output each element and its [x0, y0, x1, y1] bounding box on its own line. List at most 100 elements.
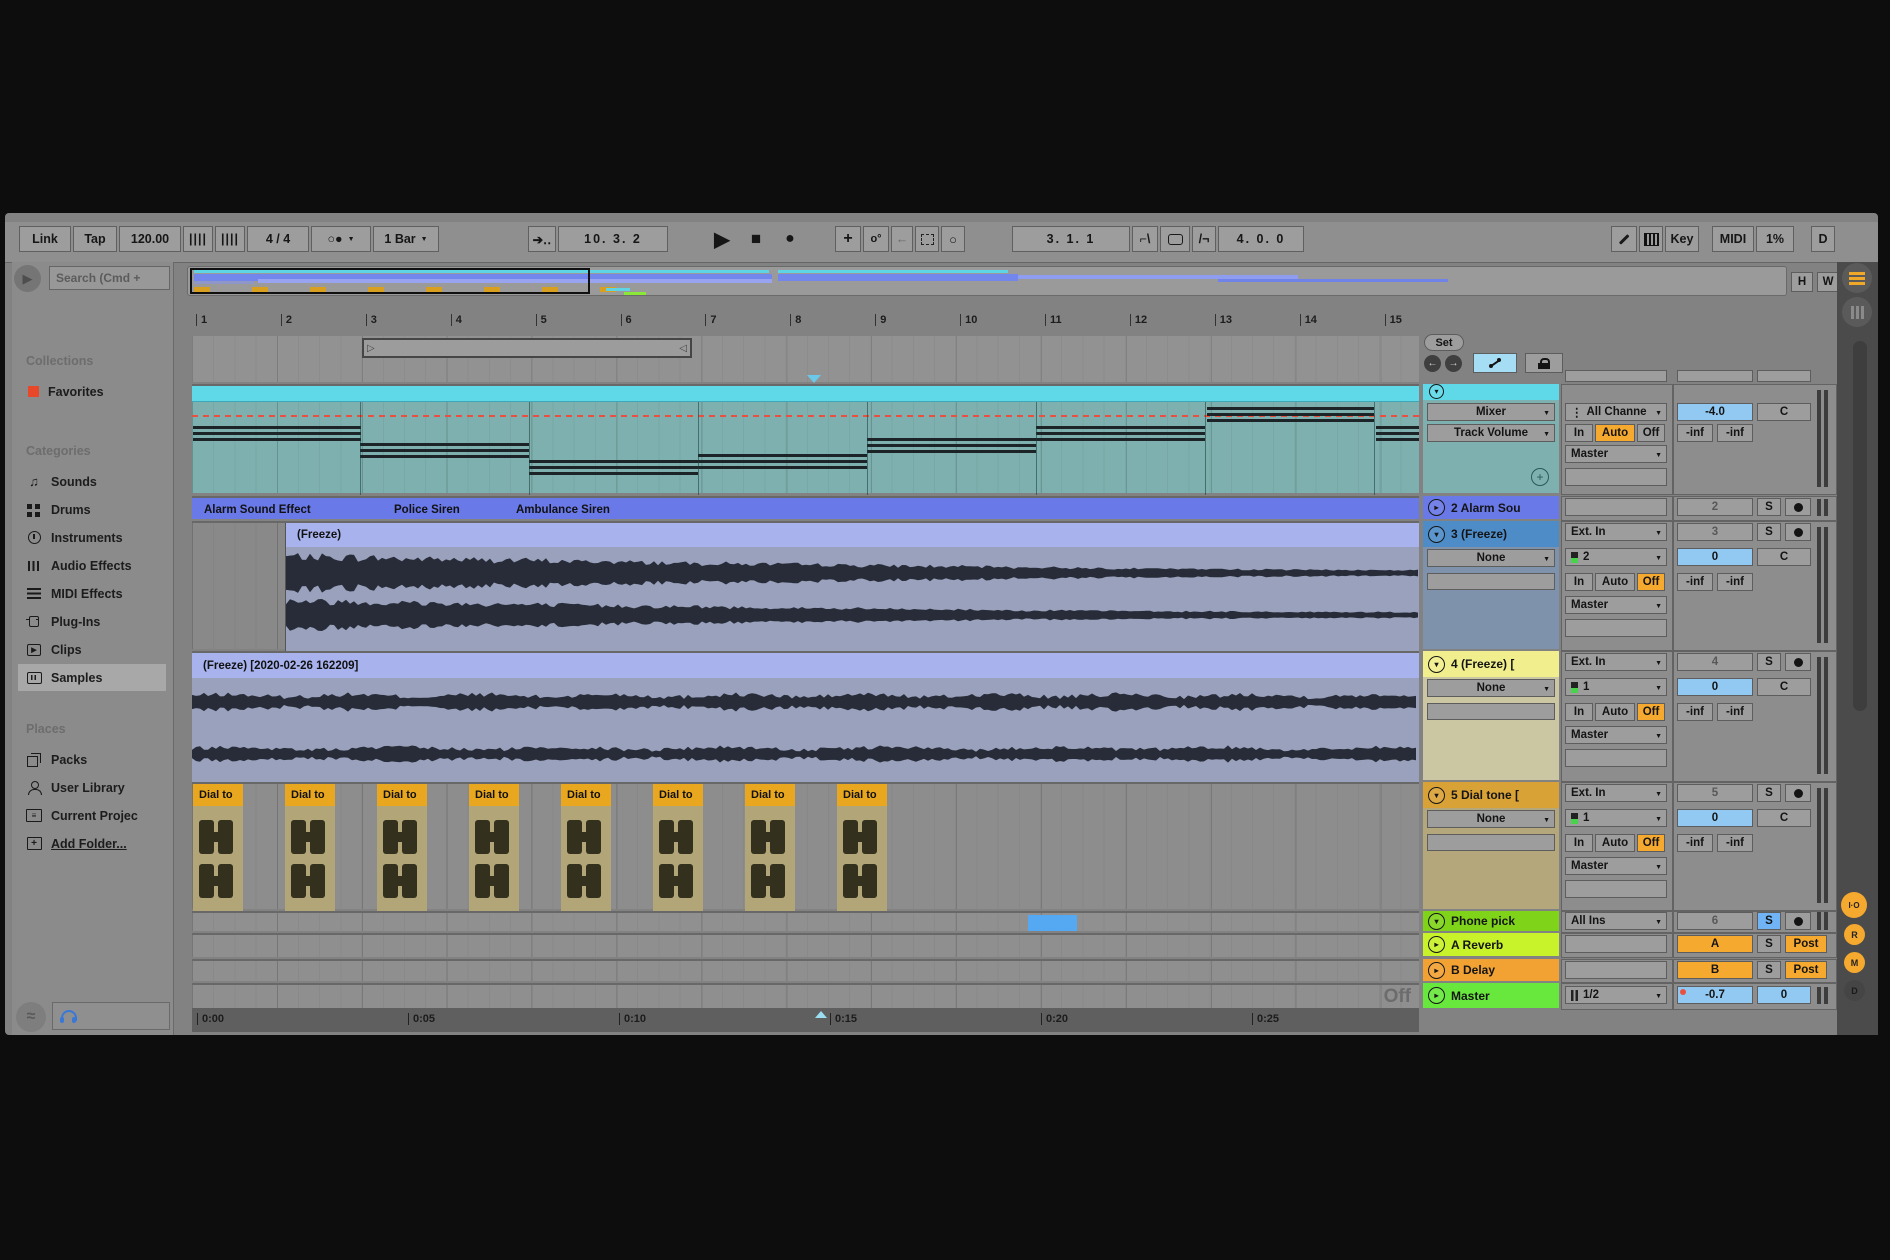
monitor-in-button[interactable]: In: [1565, 703, 1593, 721]
track-number-arm[interactable]: 2: [1677, 498, 1753, 516]
automation-param-dropdown[interactable]: Track Volume: [1427, 424, 1555, 442]
device-field[interactable]: [1565, 935, 1667, 953]
automation-device-dropdown[interactable]: None: [1427, 549, 1555, 567]
device-field[interactable]: [1565, 961, 1667, 979]
unfold-icon[interactable]: ▾: [1429, 384, 1444, 399]
solo-button[interactable]: S: [1757, 653, 1781, 671]
send-a-field[interactable]: -inf: [1677, 573, 1713, 591]
pre-post-toggle[interactable]: Post: [1785, 961, 1827, 979]
volume-field[interactable]: 0: [1677, 548, 1753, 566]
volume-field[interactable]: 0: [1677, 678, 1753, 696]
solo-button[interactable]: S: [1757, 961, 1781, 979]
send-a-field[interactable]: -inf: [1677, 424, 1713, 442]
track5-header[interactable]: ▾ 5 Dial tone [: [1423, 782, 1559, 808]
volume-field[interactable]: -4.0: [1677, 403, 1753, 421]
channel-meter-icon: [1571, 682, 1578, 693]
unfold-icon[interactable]: ▾: [1428, 526, 1445, 543]
track-number-arm[interactable]: 4: [1677, 653, 1753, 671]
pan-field[interactable]: C: [1757, 548, 1811, 566]
unfold-icon[interactable]: ▾: [1428, 787, 1445, 804]
track-name-label: Phone pick: [1451, 914, 1515, 928]
unfold-icon[interactable]: ▾: [1428, 656, 1445, 673]
volume-field[interactable]: 0: [1677, 809, 1753, 827]
send-a-field[interactable]: -inf: [1677, 834, 1713, 852]
unfold-icon[interactable]: ▾: [1428, 913, 1445, 930]
output-dropdown[interactable]: Master: [1565, 445, 1667, 463]
input-channel-dropdown[interactable]: 1: [1565, 678, 1667, 696]
input-channel-dropdown[interactable]: 2: [1565, 548, 1667, 566]
solo-button[interactable]: S: [1757, 784, 1781, 802]
monitor-in-button[interactable]: In: [1565, 573, 1593, 591]
fold-icon[interactable]: ▸: [1428, 936, 1445, 953]
output-dropdown[interactable]: Master: [1565, 726, 1667, 744]
automation-sub-field[interactable]: [1427, 573, 1555, 590]
send-b-field[interactable]: -inf: [1717, 834, 1753, 852]
send-b-field[interactable]: -inf: [1717, 424, 1753, 442]
midi-from-dropdown[interactable]: ⋮All Channe: [1565, 403, 1667, 421]
add-automation-lane-button[interactable]: +: [1531, 468, 1549, 486]
master-output-dropdown[interactable]: 1/2: [1565, 986, 1667, 1004]
pan-field[interactable]: C: [1757, 678, 1811, 696]
master-pan-field[interactable]: 0: [1757, 986, 1811, 1004]
level-meter: [1817, 912, 1828, 930]
input-channel-dropdown[interactable]: 1: [1565, 809, 1667, 827]
arm-button[interactable]: [1785, 653, 1811, 671]
arm-button[interactable]: [1785, 912, 1811, 930]
solo-button[interactable]: S: [1757, 935, 1781, 953]
track-number-arm[interactable]: 6: [1677, 912, 1753, 930]
kebab-icon: ⋮: [1571, 405, 1583, 419]
send-b-field[interactable]: -inf: [1717, 703, 1753, 721]
output-sub-field[interactable]: [1565, 749, 1667, 767]
output-dropdown[interactable]: Master: [1565, 857, 1667, 875]
output-dropdown[interactable]: Master: [1565, 596, 1667, 614]
send-b-field[interactable]: -inf: [1717, 573, 1753, 591]
device-field[interactable]: [1565, 498, 1667, 516]
track-number-arm[interactable]: 5: [1677, 784, 1753, 802]
monitor-off-button[interactable]: Off: [1637, 834, 1665, 852]
arm-button[interactable]: [1785, 498, 1811, 516]
solo-button[interactable]: S: [1757, 498, 1781, 516]
pan-field[interactable]: C: [1757, 403, 1811, 421]
track-name-label: 5 Dial tone [: [1451, 788, 1519, 802]
monitor-auto-button[interactable]: Auto: [1595, 703, 1635, 721]
automation-sub-field[interactable]: [1427, 834, 1555, 851]
input-type-dropdown[interactable]: Ext. In: [1565, 653, 1667, 671]
pre-post-toggle[interactable]: Post: [1785, 935, 1827, 953]
track6-header[interactable]: ▾ Phone pick: [1423, 911, 1559, 931]
arm-button[interactable]: [1785, 784, 1811, 802]
track4-header[interactable]: ▾4 (Freeze) [: [1423, 651, 1559, 677]
monitor-in-button[interactable]: In: [1565, 834, 1593, 852]
monitor-off-button[interactable]: Off: [1637, 703, 1665, 721]
input-type-dropdown[interactable]: Ext. In: [1565, 784, 1667, 802]
arm-button[interactable]: [1785, 523, 1811, 541]
monitor-in-button[interactable]: In: [1565, 424, 1593, 442]
pan-field[interactable]: C: [1757, 809, 1811, 827]
output-sub-field[interactable]: [1565, 468, 1667, 486]
monitor-off-button[interactable]: Off: [1637, 573, 1665, 591]
track-number-arm[interactable]: 3: [1677, 523, 1753, 541]
monitor-auto-button[interactable]: Auto: [1595, 424, 1635, 442]
output-sub-field[interactable]: [1565, 619, 1667, 637]
solo-button[interactable]: S: [1757, 523, 1781, 541]
monitor-auto-button[interactable]: Auto: [1595, 573, 1635, 591]
send-a-field[interactable]: -inf: [1677, 703, 1713, 721]
master-volume-field[interactable]: -0.7: [1677, 986, 1753, 1004]
automation-sub-field[interactable]: [1427, 703, 1555, 720]
input-type-dropdown[interactable]: Ext. In: [1565, 523, 1667, 541]
fold-icon[interactable]: ▸: [1428, 499, 1445, 516]
output-sub-field[interactable]: [1565, 880, 1667, 898]
track2-header[interactable]: ▸2 Alarm Sou: [1423, 496, 1559, 519]
return-b-header[interactable]: ▸B Delay: [1423, 959, 1559, 981]
return-a-header[interactable]: ▸A Reverb: [1423, 933, 1559, 956]
track3-header[interactable]: ▾3 (Freeze): [1423, 521, 1559, 547]
monitor-auto-button[interactable]: Auto: [1595, 834, 1635, 852]
fold-icon[interactable]: ▸: [1428, 962, 1445, 979]
master-header[interactable]: ▸Master: [1423, 983, 1559, 1008]
automation-device-dropdown[interactable]: None: [1427, 810, 1555, 828]
automation-device-dropdown[interactable]: Mixer: [1427, 403, 1555, 421]
solo-button[interactable]: S: [1757, 912, 1781, 930]
input-type-dropdown[interactable]: All Ins: [1565, 912, 1667, 930]
monitor-off-button[interactable]: Off: [1637, 424, 1665, 442]
fold-icon[interactable]: ▸: [1428, 987, 1445, 1004]
automation-device-dropdown[interactable]: None: [1427, 679, 1555, 697]
